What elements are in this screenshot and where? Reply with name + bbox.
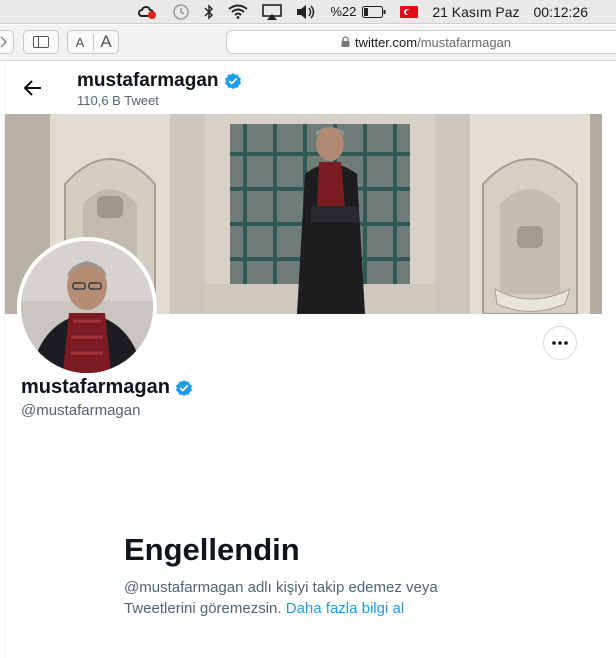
bluetooth-icon[interactable] bbox=[204, 0, 214, 24]
clock-label[interactable]: 00:12:26 bbox=[534, 0, 589, 24]
verified-badge-icon bbox=[223, 71, 243, 91]
font-larger-button[interactable]: A bbox=[94, 31, 118, 53]
wifi-icon[interactable] bbox=[228, 0, 248, 24]
date-label[interactable]: 21 Kasım Paz bbox=[432, 0, 519, 24]
more-options-button[interactable] bbox=[543, 326, 577, 360]
tweet-count: 110,6 B Tweet bbox=[77, 93, 159, 108]
back-arrow-icon bbox=[24, 80, 41, 96]
url-host: twitter.com bbox=[354, 34, 418, 50]
sidebar-toggle-button[interactable] bbox=[23, 30, 59, 54]
browser-toolbar: A A twitter.com/mustafarmagan bbox=[0, 25, 616, 61]
battery-icon[interactable] bbox=[362, 0, 386, 24]
address-bar[interactable]: twitter.com/mustafarmagan bbox=[226, 30, 616, 54]
header-name: mustafarmagan bbox=[77, 70, 243, 92]
header-name-text: mustafarmagan bbox=[77, 70, 219, 91]
sidebar-icon bbox=[33, 36, 49, 48]
url-path: /mustafarmagan bbox=[417, 34, 512, 50]
profile-name-text: mustafarmagan bbox=[21, 376, 170, 398]
creative-cloud-icon[interactable] bbox=[136, 0, 158, 24]
profile-header: mustafarmagan 110,6 B Tweet bbox=[5, 62, 616, 114]
profile-avatar[interactable] bbox=[17, 237, 157, 377]
more-dots-icon bbox=[552, 341, 568, 345]
profile-handle: @mustafarmagan bbox=[21, 402, 141, 419]
font-smaller-button[interactable]: A bbox=[68, 31, 92, 53]
profile-page: mustafarmagan 110,6 B Tweet mustafarmaga… bbox=[0, 62, 616, 658]
menu-bar: %22 21 Kasım Paz 00:12:26 bbox=[0, 0, 616, 24]
time-machine-icon[interactable] bbox=[172, 0, 190, 24]
forward-button[interactable] bbox=[0, 30, 14, 54]
turkish-flag-icon[interactable] bbox=[400, 0, 419, 24]
back-button[interactable] bbox=[21, 76, 45, 100]
lock-icon bbox=[341, 35, 350, 50]
blocked-message: @mustafarmagan adlı kişiyi takip edemez … bbox=[124, 577, 454, 619]
learn-more-link[interactable]: Daha fazla bilgi al bbox=[286, 600, 404, 617]
blocked-title: Engellendin bbox=[124, 532, 300, 567]
volume-icon[interactable] bbox=[296, 0, 316, 24]
verified-badge-icon bbox=[174, 378, 194, 398]
profile-name: mustafarmagan bbox=[21, 376, 194, 399]
airplay-icon[interactable] bbox=[262, 0, 283, 24]
font-size-control: A A bbox=[67, 30, 119, 54]
battery-percent: %22 bbox=[330, 4, 357, 19]
